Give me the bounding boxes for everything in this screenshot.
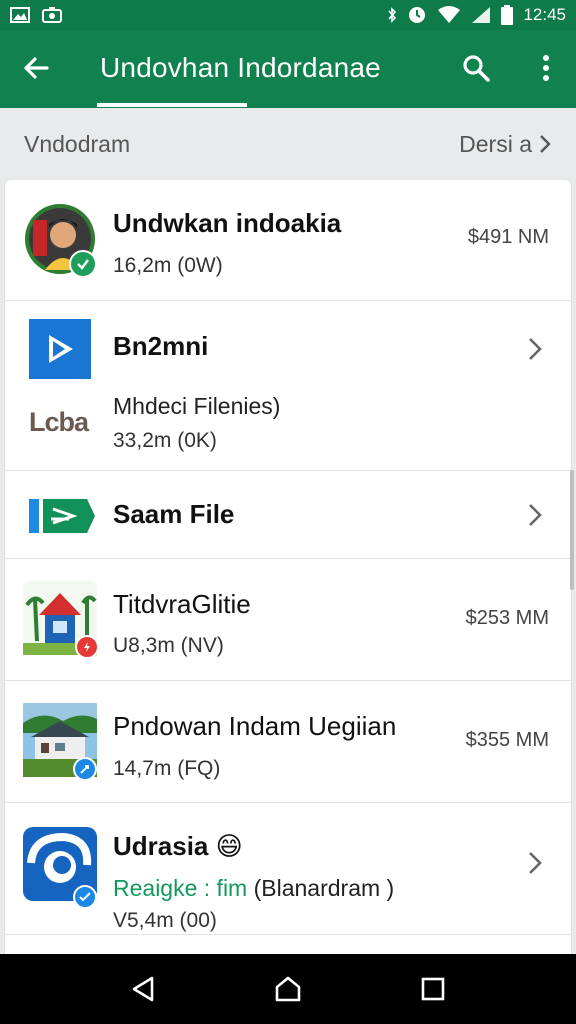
verified-badge (69, 250, 97, 278)
app-list: Undwkan indoakia 16,2m (0W) $491 NM Bn2m… (5, 180, 571, 960)
section-title: Vndodram (24, 130, 131, 157)
item-description: Mhdeci Filenies) (113, 393, 281, 419)
list-item[interactable]: TitdvraGlitie U8,3m (NV) $253 MM (5, 559, 571, 681)
status-time: 12:45 (523, 5, 566, 24)
item-tag-rest: (Blanardram ) (247, 875, 395, 901)
more-options-button[interactable] (528, 50, 564, 86)
arrow-left-icon (24, 57, 49, 79)
bluetooth-icon (388, 7, 397, 23)
item-description: Reaigke : fim (Blanardram ) (113, 875, 394, 902)
more-vert-icon (543, 55, 549, 81)
flag-arrow-icon (29, 493, 97, 539)
gallery-icon (10, 7, 30, 23)
nav-home-icon (275, 976, 301, 1002)
chevron-right-icon (540, 135, 551, 153)
item-title: Udrasia 😄 (113, 831, 243, 862)
back-button[interactable] (18, 50, 54, 86)
nav-recents-icon (422, 977, 445, 1001)
house-illustration (23, 581, 99, 659)
item-title: Saam File (113, 499, 235, 529)
search-icon (463, 55, 490, 82)
item-subtitle: 14,7m (FQ) (113, 757, 221, 780)
item-subtitle: V5,4m (00) (113, 909, 217, 932)
check-icon (79, 892, 91, 902)
chevron-right-icon (529, 852, 542, 874)
section-header: Vndodram Dersi a (0, 108, 576, 180)
app-bar: Undovhan Indordanae (0, 30, 576, 108)
item-subtitle: 33,2m (0K) (113, 429, 217, 452)
check-icon (77, 259, 89, 270)
item-subtitle: 16,2m (0W) (113, 254, 223, 277)
item-price: $491 NM (467, 226, 549, 248)
item-price: $355 MM (465, 729, 549, 751)
alarm-icon (409, 7, 426, 23)
battery-icon (501, 5, 514, 25)
blue-app-icon (23, 827, 97, 909)
camera-icon (42, 7, 62, 23)
list-item[interactable]: Bn2mni Lcba Mhdeci Filenies) 33,2m (0K) (5, 301, 571, 471)
item-title: TitdvraGlitie (113, 589, 251, 619)
section-action-label: Dersi a (459, 130, 532, 157)
nav-home-button[interactable] (268, 969, 308, 1009)
scrollbar[interactable] (570, 470, 574, 590)
verified-badge (73, 885, 97, 909)
list-item[interactable]: Pndowan Indam Uegiian 14,7m (FQ) $355 MM (5, 681, 571, 803)
wifi-icon (438, 6, 461, 23)
list-item[interactable]: Udrasia 😄 Reaigke : fim (Blanardram ) V5… (5, 803, 571, 935)
avatar (23, 202, 97, 278)
item-title: Pndowan Indam Uegiian (113, 711, 397, 741)
nav-back-button[interactable] (123, 969, 163, 1009)
house-photo (23, 703, 97, 781)
item-subtitle: U8,3m (NV) (113, 634, 224, 657)
list-item[interactable]: Undwkan indoakia 16,2m (0W) $491 NM (5, 180, 571, 301)
section-action-link[interactable]: Dersi a (459, 131, 552, 158)
item-title: Bn2mni (113, 331, 209, 361)
status-badge (75, 635, 99, 659)
play-app-icon (29, 319, 91, 379)
nav-back-icon (132, 976, 153, 1002)
chevron-right-icon (529, 504, 542, 526)
status-bar: 12:45 (0, 0, 576, 30)
nav-recents-button[interactable] (413, 969, 453, 1009)
item-price: $253 MM (465, 607, 549, 629)
signal-icon (472, 7, 491, 23)
page-title: Undovhan Indordanae (100, 52, 381, 83)
side-logo: Lcba (29, 407, 89, 437)
item-tag: Reaigke : fim (113, 875, 248, 901)
system-nav-bar (0, 954, 576, 1024)
chevron-right-icon (529, 338, 542, 360)
tab-indicator (97, 103, 247, 107)
search-button[interactable] (458, 50, 494, 86)
item-title-text: Udrasia (113, 831, 209, 861)
status-badge (73, 757, 97, 781)
item-title: Undwkan indoakia (113, 208, 342, 238)
smile-emoji-icon: 😄 (215, 831, 243, 861)
list-item[interactable]: Saam File (5, 471, 571, 559)
